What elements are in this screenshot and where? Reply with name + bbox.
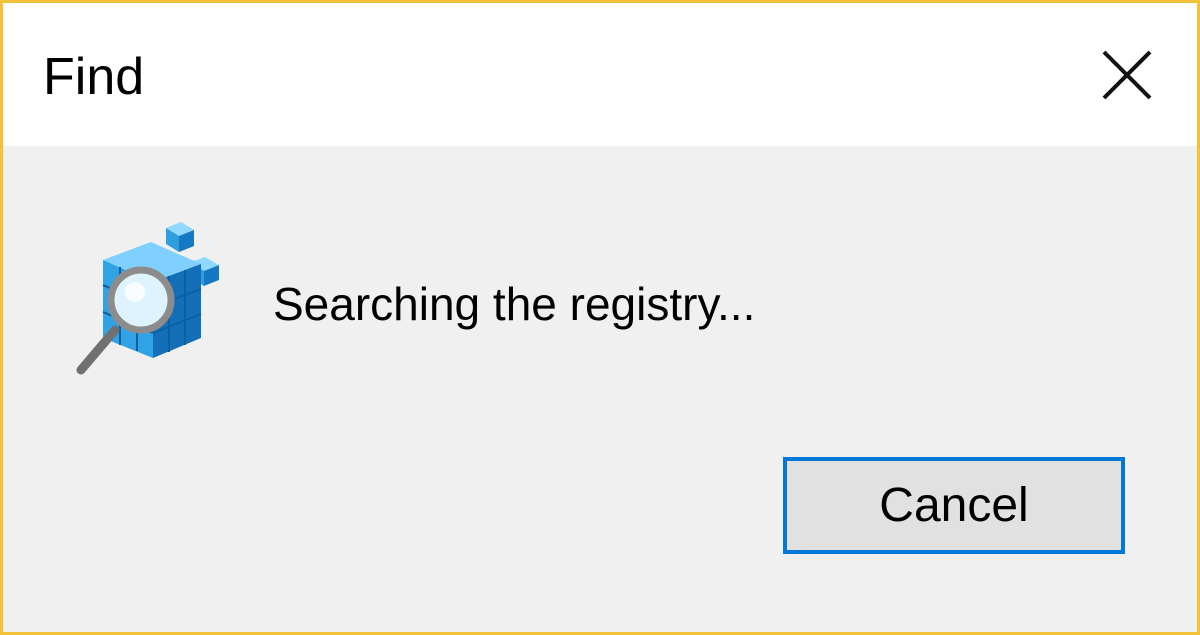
- status-message: Searching the registry...: [273, 278, 756, 330]
- close-icon: [1099, 47, 1155, 103]
- cancel-button-label: Cancel: [879, 478, 1029, 532]
- window-title: Find: [43, 48, 145, 106]
- dialog-content: Searching the registry... Cancel: [3, 146, 1197, 632]
- title-bar[interactable]: Find: [3, 3, 1197, 146]
- close-button[interactable]: [1057, 3, 1197, 146]
- find-dialog-window: Find Searching the registry... Cancel: [0, 0, 1200, 635]
- cancel-button[interactable]: Cancel: [783, 457, 1125, 554]
- registry-search-icon: [73, 220, 223, 380]
